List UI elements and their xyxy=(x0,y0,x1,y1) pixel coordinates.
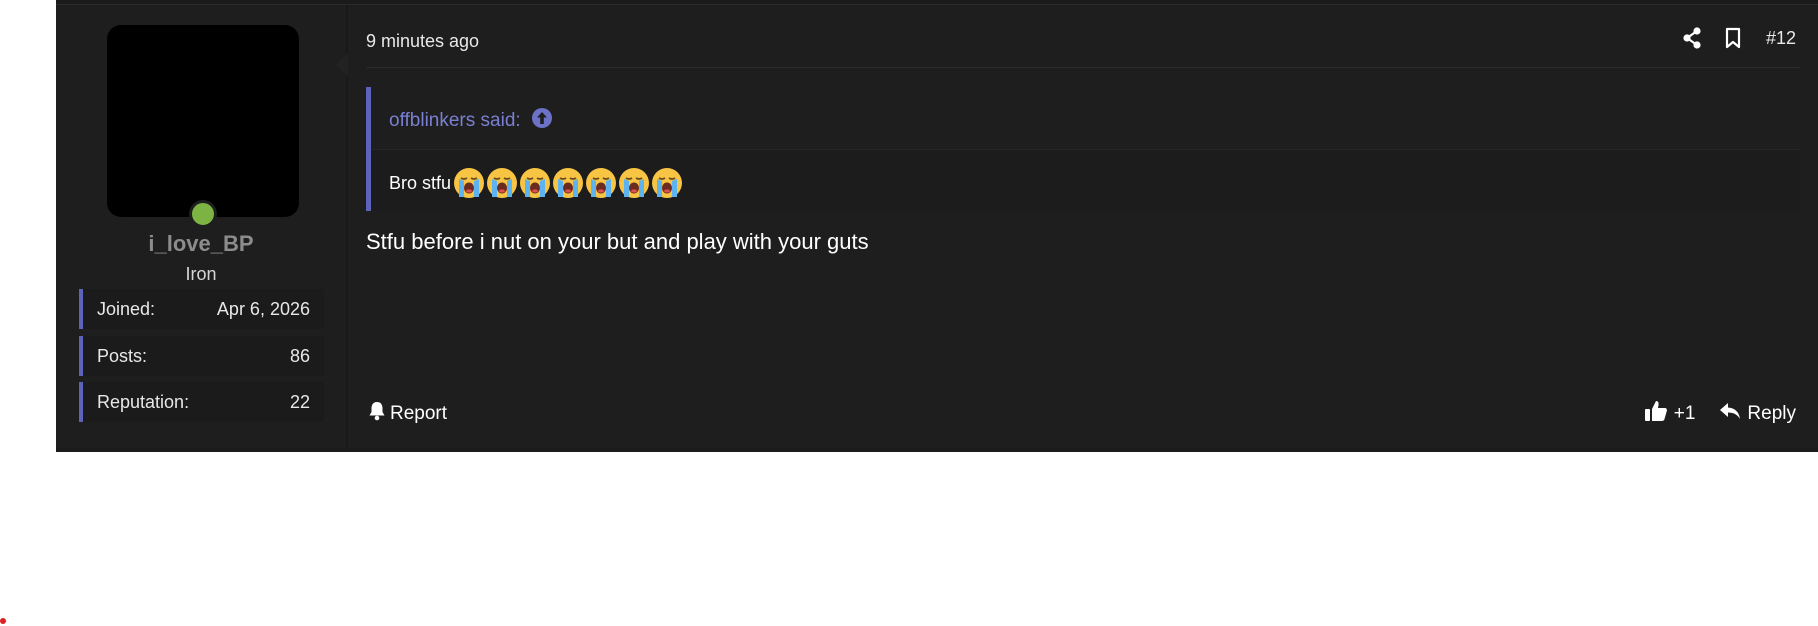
quote-body: Bro stfu xyxy=(389,167,684,199)
reaction-count[interactable]: +1 xyxy=(1674,403,1696,425)
bell-icon xyxy=(368,401,386,427)
user-sidebar: i_love_BP Iron Joined: Apr 6, 2026 Posts… xyxy=(56,5,346,448)
stat-label: Reputation: xyxy=(97,392,190,412)
loudly-crying-face-icon xyxy=(586,168,617,198)
report-label: Report xyxy=(390,403,448,424)
online-status-icon xyxy=(189,200,217,228)
emoji-row xyxy=(453,167,684,199)
loudly-crying-face-icon xyxy=(520,168,551,198)
stat-value: 86 xyxy=(289,346,310,366)
username[interactable]: i_love_BP xyxy=(56,231,346,257)
share-icon[interactable] xyxy=(1682,27,1702,49)
loudly-crying-face-icon xyxy=(619,168,650,198)
post-time[interactable]: 9 minutes ago xyxy=(366,31,479,52)
report-button[interactable]: Report xyxy=(368,401,447,427)
loudly-crying-face-icon xyxy=(553,168,584,198)
quote-header: offblinkers said: xyxy=(371,87,1800,150)
post-main: 9 minutes ago #12 offblinkers said: Bro … xyxy=(348,5,1818,448)
stat-value: 22 xyxy=(289,392,310,412)
user-rank: Iron xyxy=(185,264,217,284)
avatar[interactable] xyxy=(107,25,299,217)
bookmark-icon[interactable] xyxy=(1724,27,1744,49)
quote-text: Bro stfu xyxy=(389,172,452,193)
quote-block: offblinkers said: Bro stfu xyxy=(366,87,1800,211)
header-divider xyxy=(366,67,1800,68)
loudly-crying-face-icon xyxy=(454,168,485,198)
stat-posts: Posts: 86 xyxy=(79,336,324,376)
reply-icon xyxy=(1719,401,1741,427)
stat-label: Posts: xyxy=(97,346,148,366)
post-actions: #12 xyxy=(1682,27,1796,49)
arrow-up-circle-icon[interactable] xyxy=(531,107,553,135)
quote-author-label: offblinkers said: xyxy=(389,110,521,131)
thumbs-up-icon xyxy=(1644,399,1668,429)
like-button[interactable]: +1 xyxy=(1644,399,1696,429)
post-number-link[interactable]: #12 xyxy=(1766,28,1796,49)
post-container: i_love_BP Iron Joined: Apr 6, 2026 Posts… xyxy=(56,4,1818,448)
stat-label: Joined: xyxy=(97,299,156,319)
stat-joined: Joined: Apr 6, 2026 xyxy=(79,289,324,329)
stat-value: Apr 6, 2026 xyxy=(216,299,310,319)
quote-author-link[interactable]: offblinkers said: xyxy=(389,107,553,135)
footer-actions: +1 Reply xyxy=(1644,399,1796,429)
forum-post: i_love_BP Iron Joined: Apr 6, 2026 Posts… xyxy=(56,0,1818,452)
marker-dot xyxy=(0,618,6,624)
reply-label: Reply xyxy=(1747,403,1796,424)
post-message: Stfu before i nut on your but and play w… xyxy=(366,229,869,254)
loudly-crying-face-icon xyxy=(652,168,683,198)
message-pointer xyxy=(336,53,348,77)
reply-button[interactable]: Reply xyxy=(1719,401,1796,427)
loudly-crying-face-icon xyxy=(487,168,518,198)
stat-reputation: Reputation: 22 xyxy=(79,382,324,422)
